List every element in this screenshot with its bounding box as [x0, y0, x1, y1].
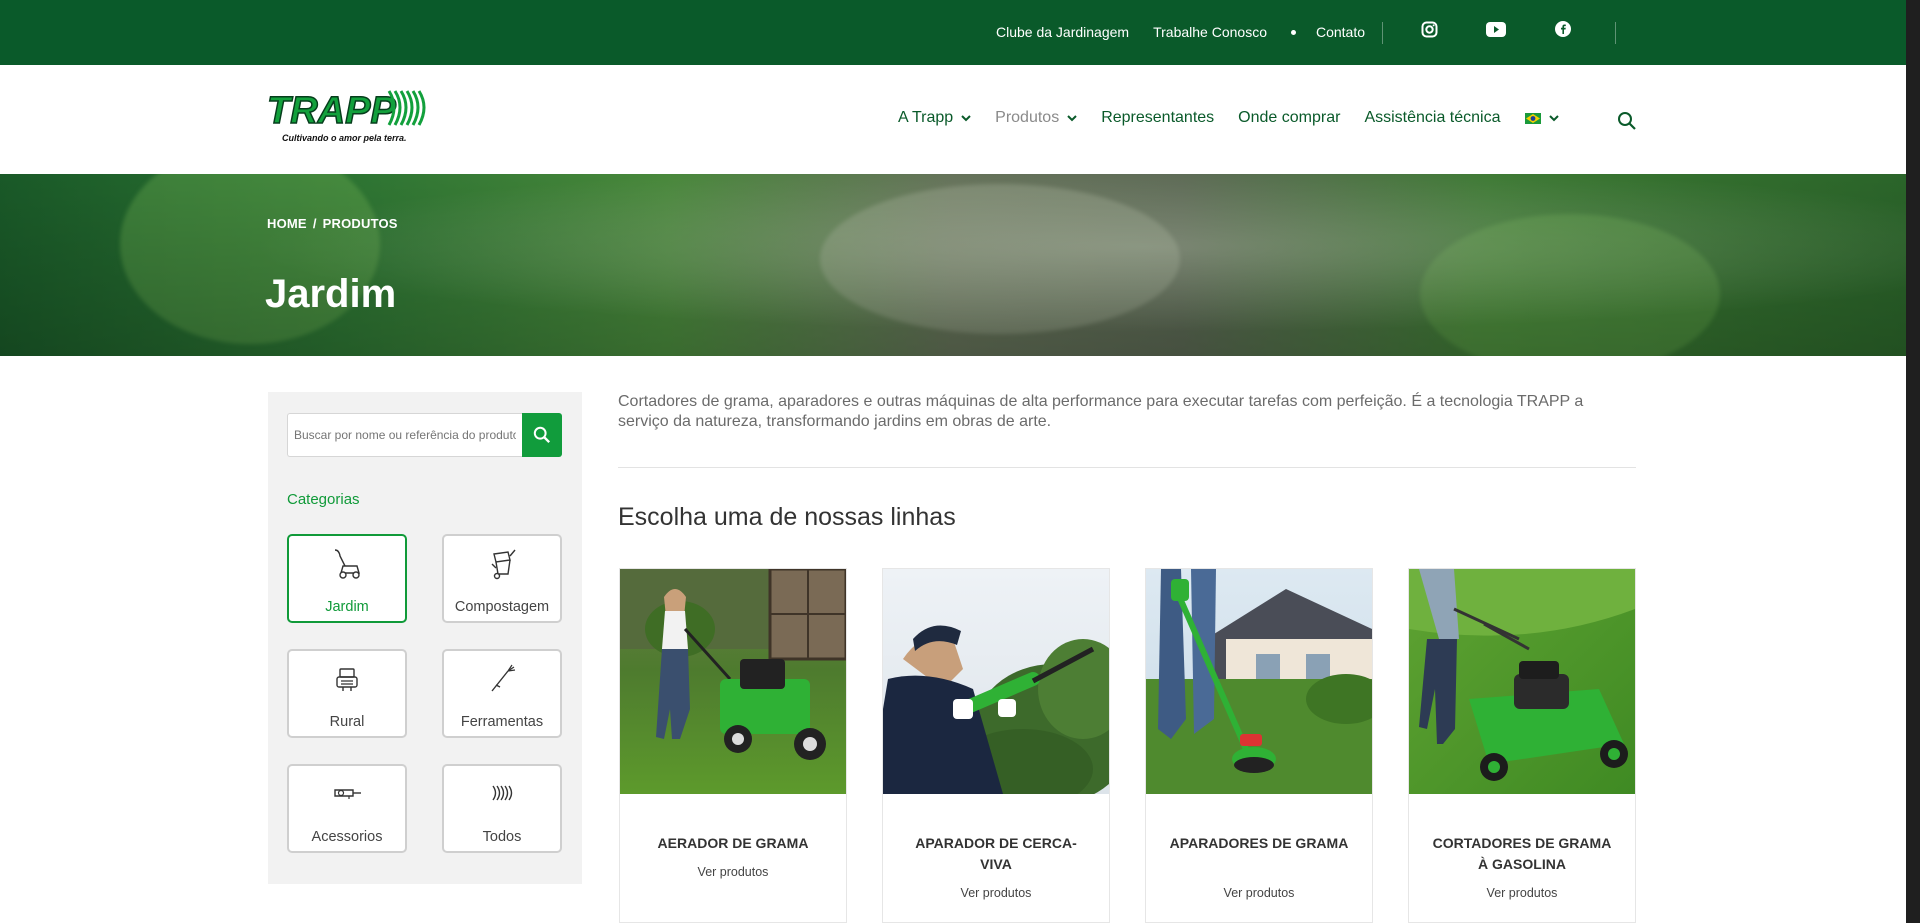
window-edge — [1906, 0, 1920, 923]
hero-shade — [0, 174, 1906, 356]
sidebar: Categorias Jardim Compostagem Rural Ferr… — [268, 392, 582, 884]
category-todos[interactable]: Todos — [442, 764, 562, 853]
category-ferramentas[interactable]: Ferramentas — [442, 649, 562, 738]
nav-a-trapp[interactable]: A Trapp — [898, 109, 971, 127]
view-products-link[interactable]: Ver produtos — [1146, 886, 1372, 900]
language-selector[interactable] — [1524, 112, 1559, 124]
breadcrumb-produtos[interactable]: PRODUTOS — [323, 216, 398, 231]
chevron-down-icon — [961, 115, 971, 122]
view-products-link[interactable]: Ver produtos — [1409, 886, 1635, 900]
logo-wordmark: TRAPP — [267, 90, 396, 132]
breadcrumb: HOME / PRODUTOS — [267, 216, 398, 231]
page-title: Jardim — [265, 272, 397, 316]
product-name: AERADOR DE GRAMA — [657, 835, 809, 851]
nav-representantes[interactable]: Representantes — [1101, 109, 1214, 127]
product-name: CORTADORES DE GRAMA À GASOLINA — [1432, 835, 1612, 872]
nav-produtos[interactable]: Produtos — [995, 109, 1077, 127]
view-products-link[interactable]: Ver produtos — [883, 886, 1109, 900]
hero-banner: HOME / PRODUTOS Jardim — [0, 174, 1906, 356]
instagram-icon[interactable] — [1418, 18, 1440, 40]
accessory-icon — [334, 789, 361, 799]
nav-label: A Trapp — [898, 109, 954, 126]
top-link-clube[interactable]: Clube da Jardinagem — [996, 24, 1129, 40]
search-icon — [533, 426, 551, 444]
top-separator — [1615, 22, 1616, 44]
category-jardim[interactable]: Jardim — [287, 534, 407, 623]
bullet-dot — [1290, 29, 1296, 35]
product-name: APARADOR DE CERCA-VIVA — [915, 835, 1077, 872]
nav-label: Representantes — [1101, 109, 1215, 126]
categories-title: Categorias — [287, 491, 360, 508]
product-name: APARADORES DE GRAMA — [1169, 835, 1349, 851]
view-products-link[interactable]: Ver produtos — [620, 865, 846, 879]
main-header: TRAPP Cultivando o amor pela terra. A Tr… — [0, 65, 1906, 174]
product-card-aerador[interactable]: AERADOR DE GRAMA Ver produtos — [619, 568, 847, 923]
product-search-field[interactable] — [287, 413, 522, 457]
category-acessorios[interactable]: Acessorios — [287, 764, 407, 853]
trapp-waves-icon — [492, 785, 513, 801]
top-separator — [1382, 22, 1383, 44]
section-title: Escolha uma de nossas linhas — [618, 503, 956, 531]
facebook-icon[interactable] — [1552, 18, 1574, 40]
trimmer-icon — [491, 664, 516, 692]
top-bar: Clube da Jardinagem Trabalhe Conosco Con… — [0, 0, 1906, 65]
brazil-flag-icon — [1524, 112, 1541, 124]
search-icon[interactable] — [1617, 111, 1637, 131]
category-label: Jardim — [325, 599, 369, 615]
engine-icon — [336, 668, 358, 691]
product-image — [1409, 569, 1635, 794]
nav-onde-comprar[interactable]: Onde comprar — [1238, 109, 1340, 127]
category-rural[interactable]: Rural — [287, 649, 407, 738]
category-label: Acessorios — [311, 829, 383, 845]
category-label: Compostagem — [454, 599, 550, 615]
top-links: Clube da Jardinagem Trabalhe Conosco Con… — [996, 24, 1365, 40]
product-card-aparadores-grama[interactable]: APARADORES DE GRAMA Ver produtos — [1145, 568, 1373, 923]
nav-label: Produtos — [995, 109, 1060, 126]
product-card-aparador-cerca[interactable]: APARADOR DE CERCA-VIVA Ver produtos — [882, 568, 1110, 923]
top-link-contato[interactable]: Contato — [1316, 24, 1365, 40]
logo-tagline: Cultivando o amor pela terra. — [282, 133, 407, 143]
product-image — [1146, 569, 1372, 794]
nav-assistencia[interactable]: Assistência técnica — [1364, 109, 1500, 127]
youtube-icon[interactable] — [1485, 18, 1507, 40]
intro-text: Cortadores de grama, aparadores e outras… — [618, 393, 1584, 430]
main-nav: A Trapp Produtos Representantes Onde com… — [898, 109, 1559, 127]
product-search-input[interactable] — [294, 428, 516, 442]
trapp-logo[interactable]: TRAPP Cultivando o amor pela terra. — [266, 85, 437, 145]
product-image — [620, 569, 846, 794]
product-search-button[interactable] — [522, 413, 562, 457]
top-link-trabalhe[interactable]: Trabalhe Conosco — [1153, 24, 1267, 40]
category-label: Ferramentas — [460, 714, 544, 730]
nav-label: Assistência técnica — [1364, 109, 1501, 126]
product-card-cortadores-gasolina[interactable]: CORTADORES DE GRAMA À GASOLINA Ver produ… — [1408, 568, 1636, 923]
category-compostagem[interactable]: Compostagem — [442, 534, 562, 623]
category-label: Todos — [482, 829, 522, 845]
nav-label: Onde comprar — [1238, 109, 1341, 126]
chevron-down-icon — [1548, 115, 1559, 122]
chevron-down-icon — [1067, 115, 1077, 122]
shredder-icon — [491, 549, 516, 580]
product-image — [883, 569, 1109, 794]
breadcrumb-home[interactable]: HOME — [267, 216, 307, 231]
divider — [618, 467, 1636, 468]
category-label: Rural — [329, 714, 365, 730]
lawnmower-icon — [334, 549, 360, 579]
